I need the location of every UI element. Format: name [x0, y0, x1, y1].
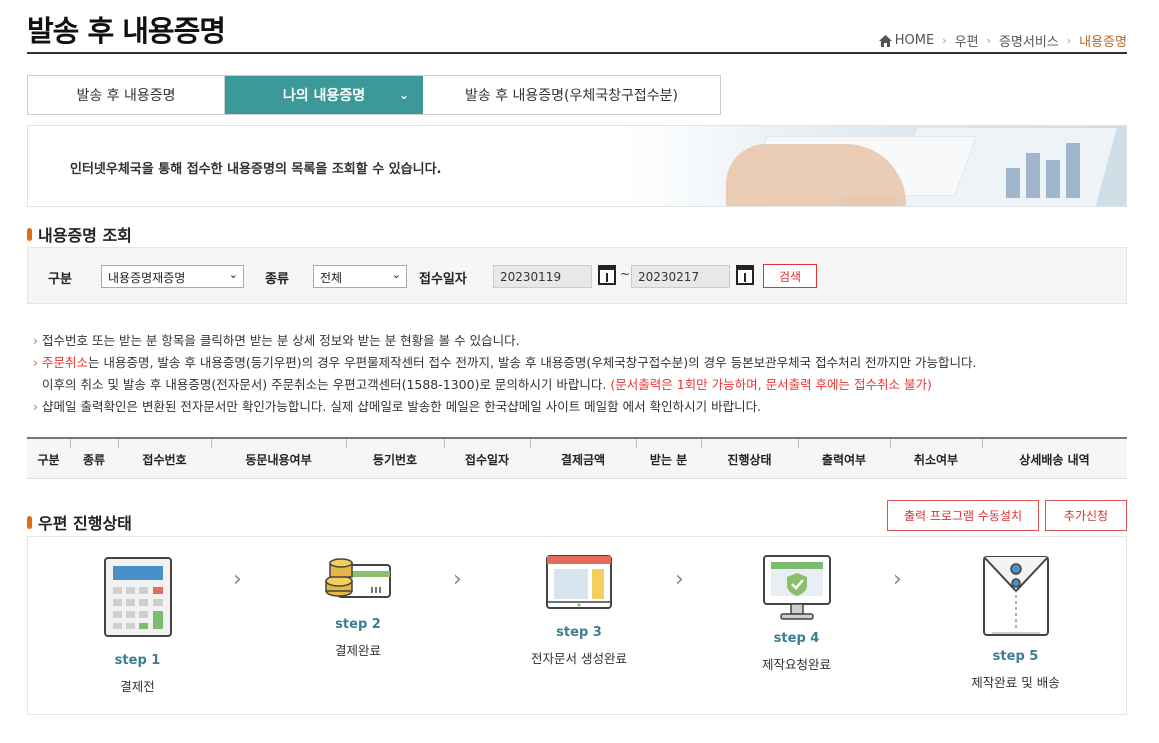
bullet-icon: ›	[33, 399, 38, 414]
bullet-icon: ›	[33, 355, 38, 370]
breadcrumb-separator-icon: ›	[942, 34, 947, 47]
breadcrumb: HOME › 우편 › 증명서비스 › 내용증명	[878, 31, 1127, 50]
step-desc: 제작요청완료	[761, 657, 831, 672]
category-label: 구분	[48, 272, 72, 287]
progress-section-title: 우편 진행상태	[27, 510, 132, 534]
notice-text: 이후의 취소 및 발송 후 내용증명(전자문서) 주문취소는 우편고객센터(15…	[42, 377, 611, 392]
search-section-title: 내용증명 조회	[27, 222, 132, 246]
page-title: 발송 후 내용증명	[27, 14, 226, 48]
calendar-icon[interactable]	[598, 265, 616, 285]
step-desc: 제작완료 및 배송	[971, 675, 1060, 690]
breadcrumb-item-certificate[interactable]: 증명서비스	[999, 31, 1059, 50]
date-from-input[interactable]: 20230119	[493, 265, 592, 288]
coins-card-icon	[325, 558, 391, 598]
title-divider	[27, 52, 1127, 54]
column-header: 접수일자	[464, 452, 510, 467]
breadcrumb-home[interactable]: HOME	[895, 33, 934, 48]
category-select[interactable]: 내용증명재증명 ⌄	[101, 265, 244, 288]
step-item: step 5 제작완료 및 배송	[958, 555, 1073, 691]
breadcrumb-current: 내용증명	[1079, 35, 1127, 50]
notice-item: 이후의 취소 및 발송 후 내용증명(전자문서) 주문취소는 우편고객센터(15…	[33, 374, 977, 396]
banner-text: 인터넷우체국을 통해 접수한 내용증명의 목록을 조회할 수 있습니다.	[70, 162, 442, 177]
step-name: step 3	[556, 625, 602, 640]
type-select-value: 전체	[320, 271, 343, 285]
notice-item: › 접수번호 또는 받는 분 항목을 클릭하면 받는 분 상세 정보와 받는 분 …	[33, 330, 977, 352]
chevron-down-icon: ⌄	[391, 268, 401, 281]
step-item: step 3 전자문서 생성완료	[524, 555, 634, 667]
column-header: 취소여부	[913, 452, 959, 467]
chevron-right-icon: ›	[233, 567, 242, 592]
type-select[interactable]: 전체 ⌄	[313, 265, 407, 288]
install-print-program-button[interactable]: 출력 프로그램 수동설치	[887, 500, 1039, 531]
banner-illustration	[626, 126, 1126, 206]
tab-after-send[interactable]: 발송 후 내용증명	[28, 76, 225, 114]
notice-text: 접수번호 또는 받는 분 항목을 클릭하면 받는 분 상세 정보와 받는 분 현…	[42, 333, 520, 348]
step-name: step 2	[335, 617, 381, 632]
section-title-text: 우편 진행상태	[38, 514, 132, 533]
chevron-right-icon: ›	[675, 567, 684, 592]
notice-item: › 샵메일 출력확인은 변환된 전자문서만 확인가능합니다. 실제 샵메일로 발송…	[33, 396, 977, 418]
document-screen-icon	[546, 555, 612, 609]
additional-request-button[interactable]: 추가신청	[1045, 500, 1127, 531]
tab-bar: 발송 후 내용증명 나의 내용증명 ⌄ 발송 후 내용증명(우체국창구접수분)	[27, 75, 721, 115]
calendar-icon[interactable]	[736, 265, 754, 285]
notice-highlight: (문서출력은 1회만 가능하며, 문서출력 후에는 접수취소 불가)	[610, 377, 932, 392]
results-table-header: 구분 종류 접수번호 동문내용여부 등기번호 접수일자 결제금액 받는 분 진행…	[27, 437, 1127, 479]
chevron-down-icon[interactable]: ⌄	[399, 88, 409, 102]
column-header: 동문내용여부	[245, 452, 312, 467]
breadcrumb-separator-icon: ›	[986, 34, 991, 47]
column-header: 구분	[37, 452, 60, 467]
column-header: 진행상태	[727, 452, 772, 467]
step-item: step 4 제작요청완료	[744, 555, 849, 673]
step-name: step 1	[114, 653, 161, 668]
tab-counter-received[interactable]: 발송 후 내용증명(우체국창구접수분)	[423, 76, 720, 114]
step-name: step 5	[992, 649, 1039, 664]
column-header: 종류	[82, 452, 106, 467]
notice-item: › 주문취소는 내용증명, 발송 후 내용증명(등기우편)의 경우 우편물제작센터…	[33, 352, 977, 374]
chevron-right-icon: ›	[893, 567, 902, 592]
home-icon[interactable]: HOME	[878, 33, 934, 48]
chevron-down-icon: ⌄	[228, 268, 238, 281]
section-title-text: 내용증명 조회	[38, 226, 132, 245]
search-button[interactable]: 검색	[763, 264, 817, 288]
tab-label: 발송 후 내용증명(우체국창구접수분)	[464, 88, 679, 104]
tab-label: 발송 후 내용증명	[76, 88, 176, 104]
date-label: 접수일자	[419, 272, 467, 287]
step-desc: 결제전	[120, 679, 155, 694]
column-header: 등기번호	[372, 452, 418, 467]
type-label: 종류	[265, 272, 289, 287]
progress-steps-panel: step 1 결제전 › step 2 결제완료 › step 3 전자문서 생…	[27, 536, 1127, 715]
breadcrumb-separator-icon: ›	[1066, 34, 1072, 47]
column-header: 결제금액	[560, 452, 606, 467]
column-header: 상세배송 내역	[1019, 452, 1090, 467]
column-header: 접수번호	[142, 452, 187, 467]
date-to-input[interactable]: 20230217	[631, 265, 730, 288]
column-header: 출력여부	[821, 452, 867, 467]
bullet-icon: ›	[33, 333, 38, 348]
envelope-icon	[982, 556, 1049, 636]
notice-text: 는 내용증명, 발송 후 내용증명(등기우편)의 경우 우편물제작센터 접수 전…	[88, 355, 977, 370]
chevron-right-icon: ›	[453, 567, 462, 592]
notice-highlight: 주문취소	[42, 355, 89, 370]
step-desc: 결제완료	[334, 643, 381, 658]
step-item: step 2 결제완료	[313, 555, 403, 659]
date-range-tilde: ~	[620, 267, 631, 281]
calculator-icon	[103, 557, 172, 637]
tab-my-certification[interactable]: 나의 내용증명 ⌄	[225, 76, 423, 114]
step-desc: 전자문서 생성완료	[531, 651, 627, 666]
info-banner: 인터넷우체국을 통해 접수한 내용증명의 목록을 조회할 수 있습니다.	[27, 125, 1127, 207]
step-name: step 4	[773, 631, 820, 646]
notice-list: › 접수번호 또는 받는 분 항목을 클릭하면 받는 분 상세 정보와 받는 분 …	[33, 330, 977, 418]
step-item: step 1 결제전	[90, 557, 185, 695]
section-marker-icon	[27, 515, 32, 529]
search-panel: 구분 내용증명재증명 ⌄ 종류 전체 ⌄ 접수일자 20230119 ~ 202…	[27, 247, 1127, 304]
notice-text: 샵메일 출력확인은 변환된 전자문서만 확인가능합니다. 실제 샵메일로 발송한…	[42, 399, 762, 414]
tab-label: 나의 내용증명	[282, 88, 366, 104]
category-select-value: 내용증명재증명	[108, 271, 186, 285]
column-header: 받는 분	[649, 452, 688, 467]
monitor-shield-icon	[762, 555, 831, 620]
breadcrumb-item-post[interactable]: 우편	[955, 31, 979, 50]
section-marker-icon	[27, 227, 32, 241]
